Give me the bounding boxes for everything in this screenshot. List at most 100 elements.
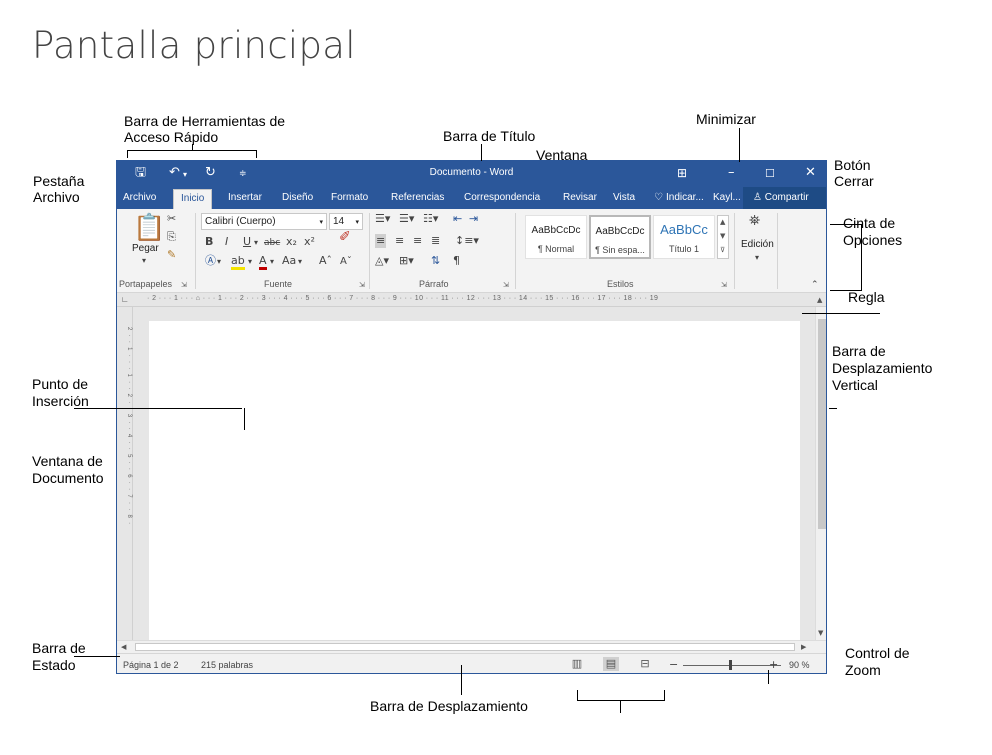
shading-icon[interactable]: ◬▾ <box>375 255 389 267</box>
clear-formatting-icon[interactable]: ✐ <box>339 230 351 244</box>
highlight-dropdown-icon[interactable]: ▾ <box>248 256 252 268</box>
multilevel-list-icon[interactable]: ☷▾ <box>423 213 438 225</box>
find-binoculars-icon[interactable]: ⛯ <box>749 214 760 228</box>
scroll-up-icon[interactable]: ▲ <box>720 218 725 226</box>
callout-docwin-line2: Documento <box>32 470 104 486</box>
zoom-in-icon[interactable]: + <box>769 658 778 671</box>
scroll-up-icon[interactable]: ▲ <box>817 296 822 304</box>
tab-insertar[interactable]: Insertar <box>228 192 262 203</box>
zoom-level[interactable]: 90 % <box>789 660 810 670</box>
horizontal-scrollbar[interactable]: ◀ ▶ <box>117 640 826 653</box>
web-layout-icon[interactable]: ⊟ <box>637 657 653 671</box>
superscript-icon[interactable]: x² <box>304 236 315 248</box>
style-normal[interactable]: AaBbCcDc ¶ Normal <box>525 215 587 259</box>
scroll-right-icon[interactable]: ▶ <box>801 643 806 651</box>
show-formatting-icon[interactable]: ¶ <box>453 255 460 267</box>
collapse-ribbon-icon[interactable]: ⌃ <box>811 279 819 291</box>
font-size-box[interactable]: 14 ▾ <box>329 213 363 230</box>
vertical-ruler[interactable]: 2 · · 1 · · · 1 · · 2 · · 3 · · 4 · · 5 … <box>121 307 133 640</box>
align-left-icon[interactable]: ≡ <box>375 234 387 248</box>
font-color-dropdown-icon[interactable]: ▾ <box>270 256 274 268</box>
change-case-dropdown-icon[interactable]: ▾ <box>298 256 302 268</box>
paste-icon[interactable]: 📋 <box>133 214 165 242</box>
bold-icon[interactable]: B <box>205 236 213 248</box>
zoom-out-icon[interactable]: − <box>669 658 678 671</box>
zoom-slider[interactable] <box>683 665 781 666</box>
vertical-scroll-thumb[interactable] <box>818 319 826 529</box>
callout-vscroll-line2: Desplazamiento <box>832 360 933 376</box>
shrink-font-icon[interactable]: Aˇ <box>340 256 352 268</box>
sort-icon[interactable]: ⇅ <box>431 255 440 267</box>
read-mode-icon[interactable]: ▥ <box>569 657 585 671</box>
horizontal-ruler[interactable]: ∟ · 2 · · · 1 · · · ⌂ · · · 1 · · · 2 · … <box>117 293 826 307</box>
callout-vscroll-line1: Barra de <box>832 343 886 359</box>
subscript-icon[interactable]: x₂ <box>286 236 297 248</box>
maximize-icon[interactable]: ☐ <box>765 166 775 182</box>
borders-icon[interactable]: ⊞▾ <box>399 255 414 267</box>
styles-scroll[interactable]: ▲ ▼ ⊽ <box>717 215 729 259</box>
highlight-icon[interactable]: ab <box>231 255 245 270</box>
vruler-ticks: 2 · · 1 · · · 1 · · 2 · · 3 · · 4 · · 5 … <box>126 327 132 526</box>
ribbon-display-icon[interactable]: ⊞ <box>677 165 687 181</box>
paste-dropdown-icon[interactable]: ▾ <box>142 255 146 267</box>
style-no-spacing[interactable]: AaBbCcDc ¶ Sin espa... <box>589 215 651 259</box>
document-page[interactable] <box>149 321 800 640</box>
close-icon[interactable]: ✕ <box>805 165 816 181</box>
tab-diseno[interactable]: Diseño <box>282 192 313 203</box>
increase-indent-icon[interactable]: ⇥ <box>469 213 478 225</box>
numbering-icon[interactable]: ☰▾ <box>399 213 414 225</box>
italic-icon[interactable]: I <box>225 236 228 248</box>
dialog-launcher-icon[interactable]: ⇲ <box>359 281 365 289</box>
decrease-indent-icon[interactable]: ⇤ <box>453 213 462 225</box>
edit-dropdown-icon[interactable]: ▾ <box>755 252 759 264</box>
tab-archivo[interactable]: Archivo <box>123 192 156 203</box>
edit-label[interactable]: Edición <box>741 239 774 250</box>
tab-selector-icon[interactable]: ∟ <box>121 295 129 304</box>
zoom-slider-thumb[interactable] <box>729 660 732 670</box>
print-layout-icon[interactable]: ▤ <box>603 657 619 671</box>
text-effects-dropdown-icon[interactable]: ▾ <box>217 256 221 268</box>
copy-icon[interactable]: ⎘ <box>167 231 176 243</box>
line-spacing-icon[interactable]: ↕≡▾ <box>455 235 479 247</box>
tab-referencias[interactable]: Referencias <box>391 192 444 203</box>
underline-dropdown-icon[interactable]: ▾ <box>254 237 258 249</box>
dialog-launcher-icon[interactable]: ⇲ <box>721 281 727 289</box>
page-count[interactable]: Página 1 de 2 <box>123 660 179 670</box>
bullets-icon[interactable]: ☰▾ <box>375 213 390 225</box>
strikethrough-icon[interactable]: abc <box>264 237 280 249</box>
scroll-down-icon[interactable]: ▼ <box>818 629 823 637</box>
tab-inicio[interactable]: Inicio <box>173 189 213 209</box>
word-count[interactable]: 215 palabras <box>201 660 253 670</box>
align-center-icon[interactable]: ≡ <box>395 235 404 247</box>
tab-formato[interactable]: Formato <box>331 192 368 203</box>
scroll-left-icon[interactable]: ◀ <box>121 643 126 651</box>
grow-font-icon[interactable]: Aˆ <box>319 255 332 267</box>
scroll-down-icon[interactable]: ▼ <box>720 232 725 240</box>
horizontal-scroll-thumb[interactable] <box>135 643 795 651</box>
dialog-launcher-icon[interactable]: ⇲ <box>181 281 187 289</box>
account-name[interactable]: Kayl... <box>713 192 741 203</box>
share-button[interactable]: ♙ Compartir <box>743 187 826 209</box>
cut-icon[interactable]: ✂ <box>167 213 176 225</box>
underline-icon[interactable]: U <box>243 236 251 248</box>
ruler-ticks: · 2 · · · 1 · · · ⌂ · · · 1 · · · 2 · · … <box>147 295 659 302</box>
justify-icon[interactable]: ≣ <box>431 235 440 247</box>
vertical-scrollbar[interactable]: ▼ <box>815 307 826 640</box>
tab-vista[interactable]: Vista <box>613 192 635 203</box>
callout-ribbon-line1: Cinta de <box>843 215 896 231</box>
paste-label[interactable]: Pegar <box>132 243 159 254</box>
expand-gallery-icon[interactable]: ⊽ <box>720 246 725 254</box>
align-right-icon[interactable]: ≡ <box>413 235 422 247</box>
font-name-box[interactable]: Calibri (Cuerpo) ▾ <box>201 213 327 230</box>
style-heading-1[interactable]: AaBbCc Título 1 <box>653 215 715 259</box>
font-color-icon[interactable]: A <box>259 255 267 270</box>
format-painter-icon[interactable]: ✎ <box>167 249 176 261</box>
tab-correspondencia[interactable]: Correspondencia <box>464 192 540 203</box>
minimize-icon[interactable]: – <box>728 165 735 181</box>
ribbon: 📋 Pegar ▾ ✂ ⎘ ✎ Portapapeles ⇲ Calibri (… <box>117 209 826 293</box>
tell-me-search[interactable]: Indicar... <box>666 192 704 203</box>
change-case-icon[interactable]: Aa <box>282 255 296 267</box>
text-effects-icon[interactable]: Ⓐ <box>205 255 216 267</box>
tab-revisar[interactable]: Revisar <box>563 192 597 203</box>
dialog-launcher-icon[interactable]: ⇲ <box>503 281 509 289</box>
